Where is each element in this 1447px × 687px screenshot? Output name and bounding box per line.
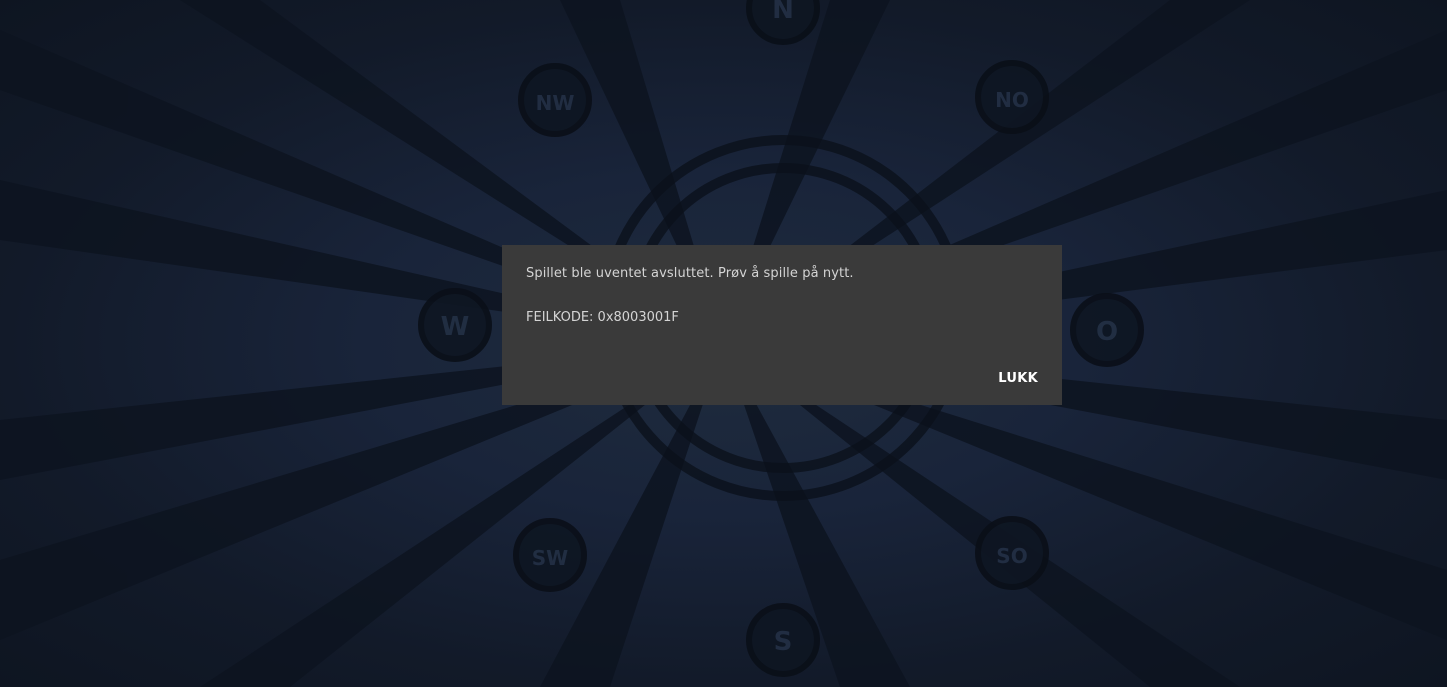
compass-letter-o: O [1096,317,1118,347]
compass-letter-so: SO [996,544,1027,568]
close-button[interactable]: LUKK [998,371,1038,386]
compass-letter-nw: NW [536,91,575,115]
compass-letter-w: W [441,312,470,342]
error-message: Spillet ble uventet avsluttet. Prøv å sp… [526,266,854,281]
game-launcher-background: N S O W NO NW SO SW Spillet ble uventet … [0,0,1447,687]
compass-letter-sw: SW [532,546,568,570]
error-dialog: Spillet ble uventet avsluttet. Prøv å sp… [502,245,1062,405]
error-code: FEILKODE: 0x8003001F [526,310,679,325]
compass-letter-n: N [772,0,794,25]
compass-letter-no: NO [995,88,1029,112]
compass-letter-s: S [774,627,793,657]
